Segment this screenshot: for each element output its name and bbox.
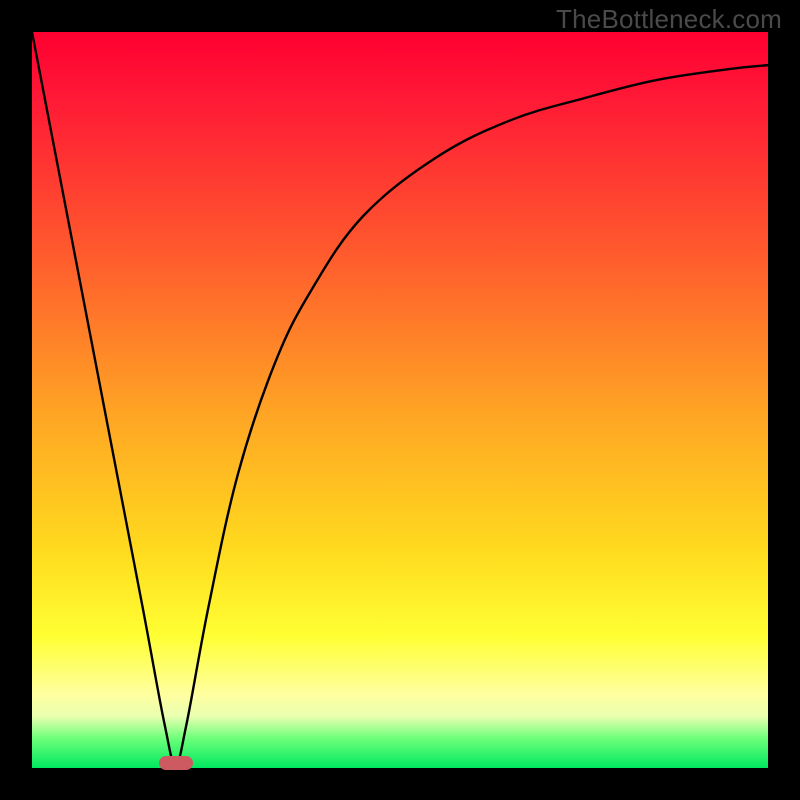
bottleneck-curve xyxy=(32,32,768,764)
curve-svg xyxy=(32,32,768,768)
watermark-text: TheBottleneck.com xyxy=(556,4,782,35)
chart-frame: TheBottleneck.com xyxy=(0,0,800,800)
optimal-marker xyxy=(159,756,193,770)
plot-area xyxy=(32,32,768,768)
